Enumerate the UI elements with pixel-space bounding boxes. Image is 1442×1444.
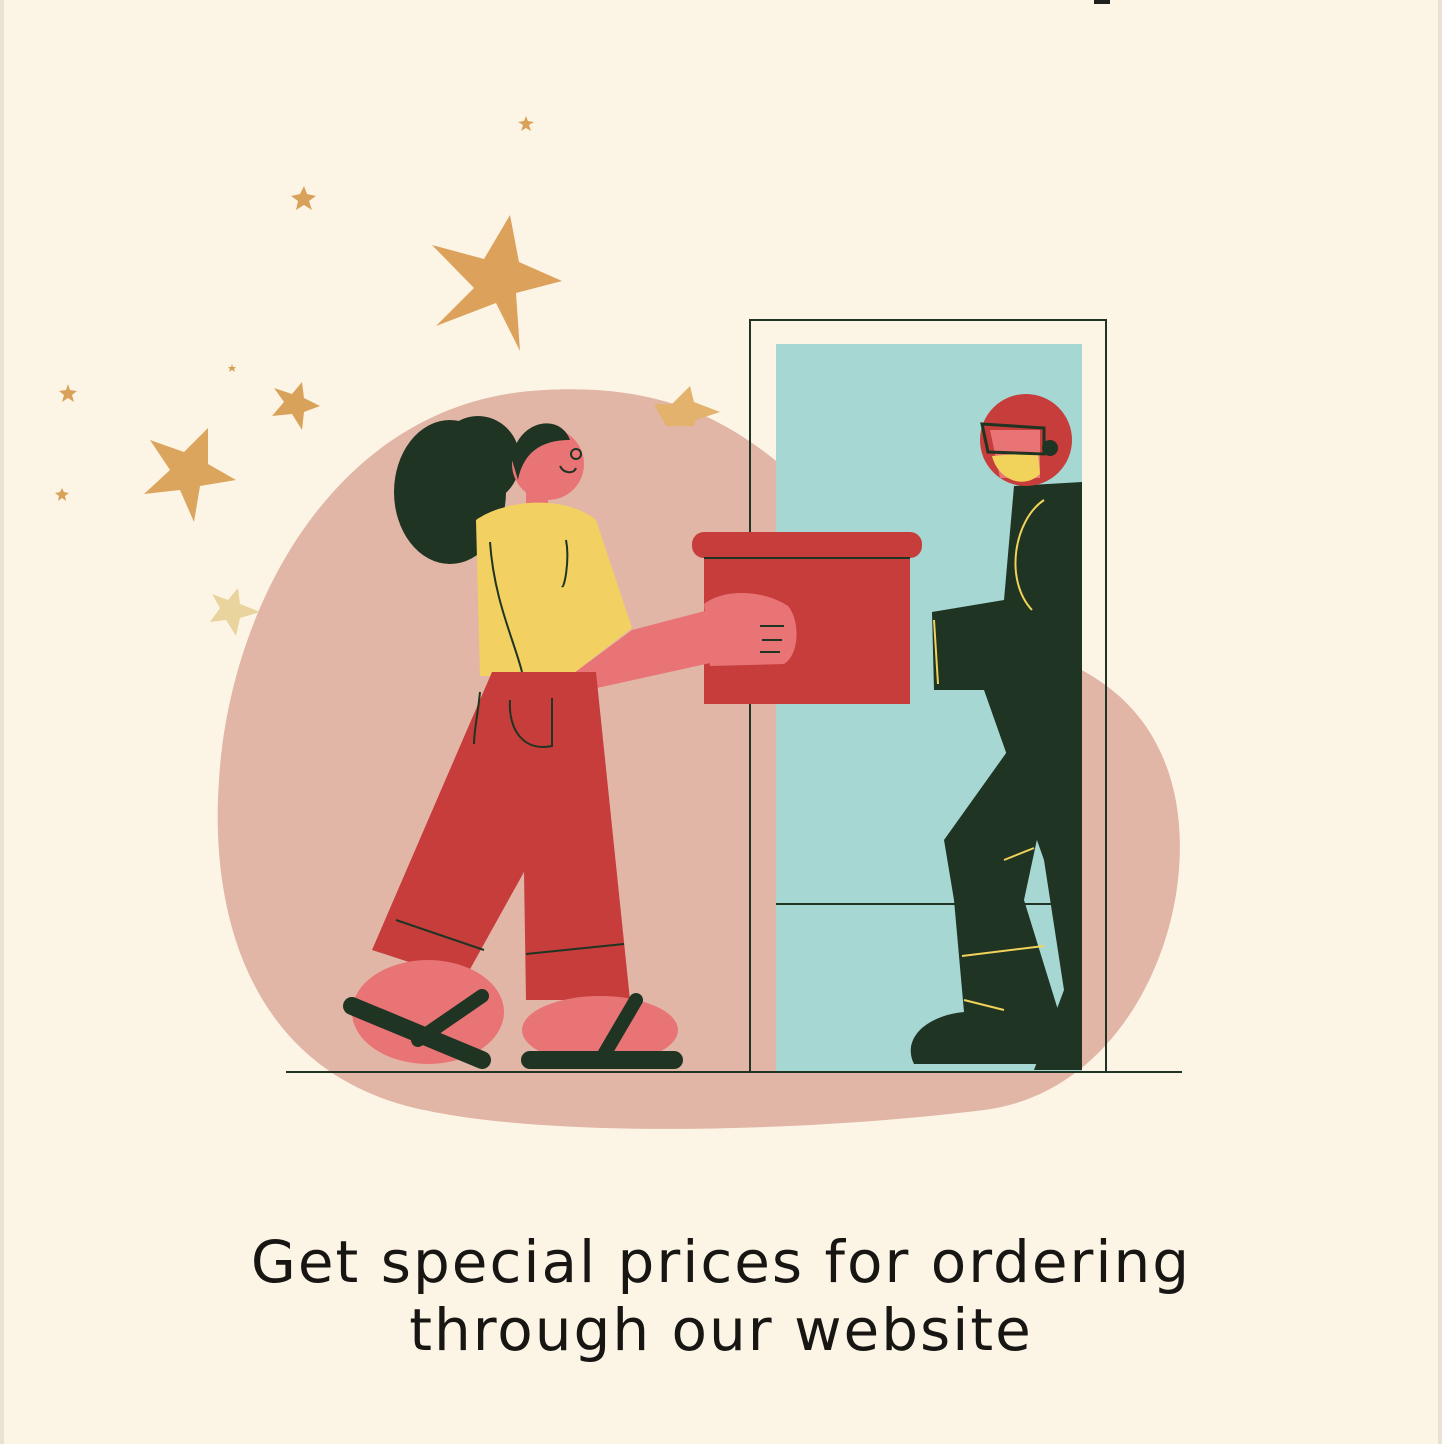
star-icon xyxy=(432,215,562,351)
star-icon xyxy=(518,116,534,131)
star-icon xyxy=(272,382,320,430)
star-fragment xyxy=(1094,0,1110,4)
promo-tagline: Get special prices for ordering through … xyxy=(4,1228,1438,1364)
star-icon xyxy=(144,428,236,522)
delivery-illustration xyxy=(55,0,1182,1129)
promo-card: Get special prices for ordering through … xyxy=(4,0,1438,1444)
star-icon xyxy=(291,186,316,210)
star-icon xyxy=(55,488,69,501)
tagline-line-2: through our website xyxy=(409,1296,1033,1364)
star-icon xyxy=(228,364,236,372)
tagline-line-1: Get special prices for ordering xyxy=(250,1228,1192,1296)
star-icon xyxy=(59,384,77,402)
